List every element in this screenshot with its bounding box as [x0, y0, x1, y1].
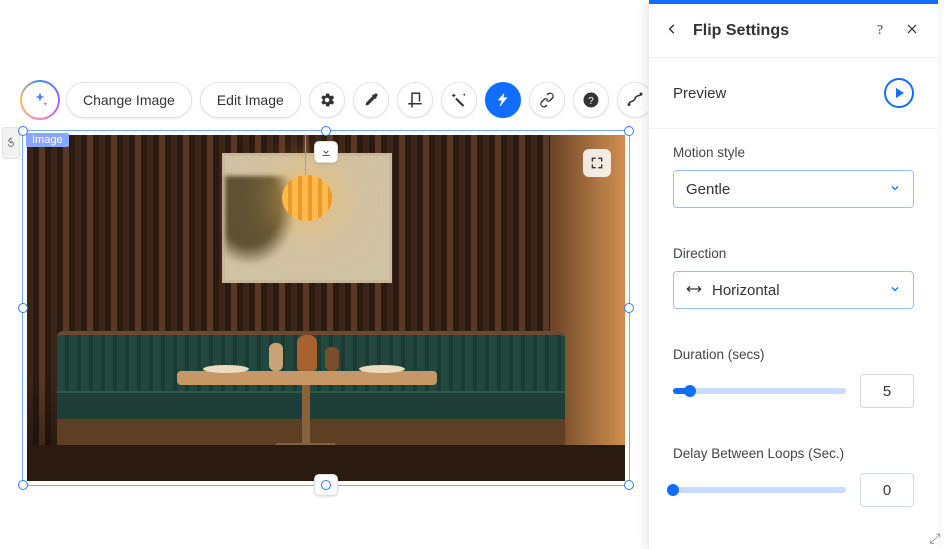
- image-content: [27, 135, 625, 481]
- settings-button[interactable]: [309, 82, 345, 118]
- duration-value: 5: [883, 383, 891, 400]
- resize-handle-br[interactable]: [624, 480, 634, 490]
- selected-image[interactable]: [27, 135, 625, 481]
- panel-close-button[interactable]: [902, 22, 922, 39]
- delay-label: Delay Between Loops (Sec.): [673, 446, 914, 461]
- duration-slider-thumb[interactable]: [684, 385, 696, 397]
- panel-header: Flip Settings ?: [649, 4, 938, 58]
- motion-style-label: Motion style: [673, 145, 914, 160]
- delay-slider-thumb[interactable]: [667, 484, 679, 496]
- resize-handle-mr[interactable]: [624, 303, 634, 313]
- resize-handle-tm[interactable]: [321, 126, 331, 136]
- selection-outline: Image: [22, 130, 630, 486]
- duration-label: Duration (secs): [673, 347, 914, 362]
- svg-text:?: ?: [588, 96, 594, 107]
- change-image-label: Change Image: [83, 92, 175, 108]
- delay-value: 0: [883, 482, 891, 499]
- motion-style-select[interactable]: Gentle: [673, 170, 914, 208]
- panel-help-button[interactable]: ?: [870, 23, 890, 39]
- crop-button[interactable]: [397, 82, 433, 118]
- delay-section: Delay Between Loops (Sec.) 0: [649, 430, 938, 529]
- duration-input[interactable]: 5: [860, 374, 914, 408]
- animations-button[interactable]: [485, 82, 521, 118]
- resize-handle-bm[interactable]: [321, 480, 331, 490]
- resize-handle-ml[interactable]: [18, 303, 28, 313]
- element-type-tag: Image: [26, 133, 69, 147]
- color-dropper-button[interactable]: [353, 82, 389, 118]
- horizontal-icon: [686, 282, 702, 299]
- direction-value: Horizontal: [712, 282, 780, 299]
- change-image-button[interactable]: Change Image: [66, 82, 192, 118]
- motion-style-section: Motion style Gentle: [649, 129, 938, 230]
- canvas-selection[interactable]: Image: [22, 130, 630, 486]
- download-top-button[interactable]: [314, 141, 338, 163]
- link-button[interactable]: [529, 82, 565, 118]
- resize-handle-tr[interactable]: [624, 126, 634, 136]
- magic-wand-button[interactable]: [441, 82, 477, 118]
- motion-style-value: Gentle: [686, 181, 730, 198]
- panel-title: Flip Settings: [693, 22, 870, 40]
- chevron-down-icon: [889, 282, 901, 299]
- resize-handle-tl[interactable]: [18, 126, 28, 136]
- play-icon: [896, 88, 904, 98]
- edit-image-button[interactable]: Edit Image: [200, 82, 301, 118]
- direction-select[interactable]: Horizontal: [673, 271, 914, 309]
- preview-row: Preview: [649, 58, 938, 129]
- edit-image-label: Edit Image: [217, 92, 284, 108]
- preview-play-button[interactable]: [884, 78, 914, 108]
- back-button[interactable]: [665, 22, 679, 39]
- flip-settings-panel: Flip Settings ? Preview Motion style Gen…: [648, 0, 938, 549]
- resize-handle-bl[interactable]: [18, 480, 28, 490]
- duration-section: Duration (secs) 5: [649, 331, 938, 430]
- duration-slider[interactable]: [673, 388, 846, 394]
- direction-section: Direction Horizontal: [649, 230, 938, 331]
- delay-slider[interactable]: [673, 487, 846, 493]
- chevron-down-icon: [889, 181, 901, 198]
- direction-label: Direction: [673, 246, 914, 261]
- expand-image-button[interactable]: [583, 149, 611, 177]
- preview-label: Preview: [673, 85, 726, 102]
- delay-input[interactable]: 0: [860, 473, 914, 507]
- help-button[interactable]: ?: [573, 82, 609, 118]
- ai-tools-button[interactable]: [22, 82, 58, 118]
- image-toolbar: Change Image Edit Image ?: [22, 82, 653, 118]
